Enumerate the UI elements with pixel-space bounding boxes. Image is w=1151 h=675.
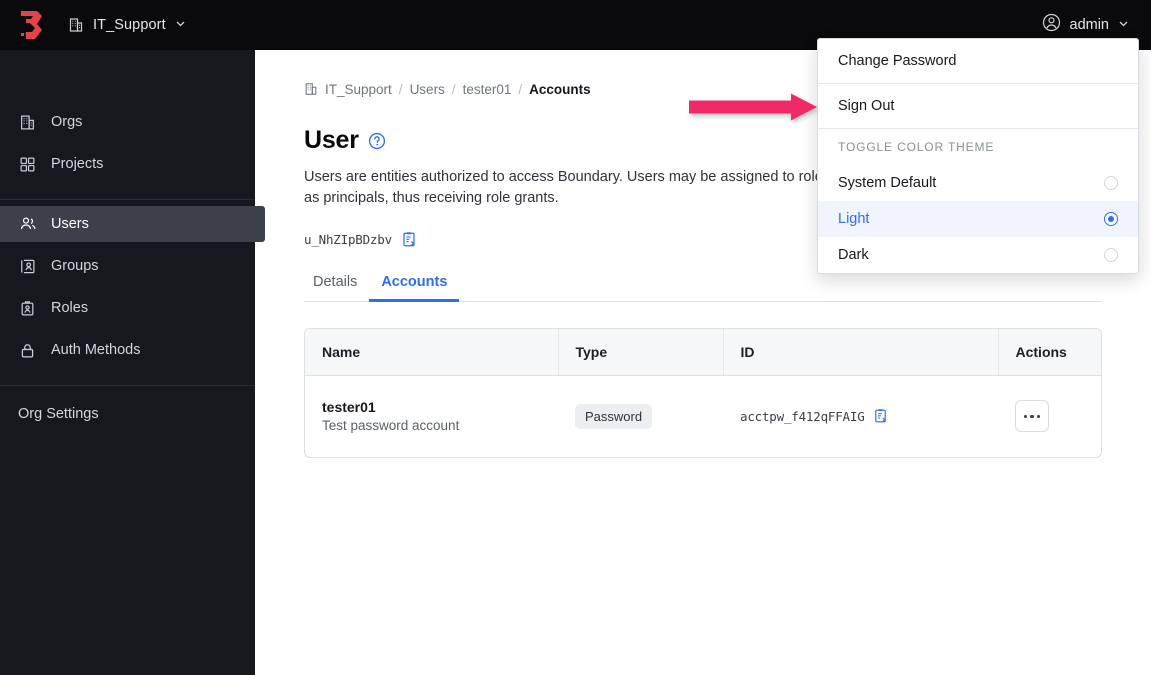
- breadcrumb-item-accounts: Accounts: [529, 81, 591, 97]
- breadcrumb-separator: /: [451, 81, 456, 97]
- org-switcher[interactable]: IT_Support: [62, 0, 192, 50]
- radio-button[interactable]: [1104, 176, 1118, 190]
- sidebar-item-groups[interactable]: Groups: [0, 248, 255, 284]
- theme-option-label: Dark: [838, 247, 869, 263]
- account-name[interactable]: tester01: [322, 399, 558, 415]
- id-badge-icon: [18, 299, 37, 318]
- radio-button[interactable]: [1104, 248, 1118, 262]
- ellipsis-icon: [1036, 414, 1041, 418]
- theme-option-light[interactable]: Light: [818, 201, 1138, 237]
- radio-button-selected[interactable]: [1104, 212, 1118, 226]
- copy-clipboard-icon[interactable]: [873, 408, 889, 424]
- boundary-logo[interactable]: [0, 0, 62, 50]
- question-circle-icon[interactable]: [368, 132, 386, 150]
- column-header-type: Type: [558, 329, 724, 376]
- group-card-icon: [18, 257, 37, 276]
- sidebar-navigation: Orgs Projects Users Groups Roles Auth Me…: [0, 50, 265, 675]
- page-description: Users are entities authorized to access …: [304, 169, 831, 206]
- sidebar-item-projects[interactable]: Projects: [0, 146, 255, 182]
- building-icon: [18, 113, 37, 132]
- sidebar-item-label: Projects: [51, 156, 104, 172]
- sidebar-item-org-settings[interactable]: Org Settings: [0, 396, 255, 432]
- column-header-id: ID: [723, 329, 999, 376]
- menu-item-sign-out[interactable]: Sign Out: [818, 84, 1138, 129]
- sidebar-item-label: Auth Methods: [51, 342, 141, 358]
- theme-section-label: TOGGLE COLOR THEME: [838, 140, 995, 154]
- users-icon: [18, 215, 37, 234]
- breadcrumb-item-org[interactable]: IT_Support: [325, 82, 392, 97]
- sidebar-divider: [0, 385, 255, 386]
- user-menu-label: admin: [1069, 17, 1110, 33]
- column-header-name: Name: [305, 329, 559, 376]
- grid-icon: [18, 155, 37, 174]
- cell-actions: [998, 375, 1101, 457]
- theme-option-system-default[interactable]: System Default: [818, 165, 1138, 201]
- cell-name: tester01 Test password account: [305, 375, 558, 457]
- sidebar-item-label: Orgs: [51, 114, 83, 130]
- menu-item-change-password[interactable]: Change Password: [818, 39, 1138, 84]
- org-switcher-label: IT_Support: [93, 17, 166, 33]
- chevron-down-icon: [175, 16, 186, 34]
- sidebar-item-auth-methods[interactable]: Auth Methods: [0, 332, 255, 368]
- table-header-row: Name Type ID Actions: [305, 329, 1101, 376]
- row-actions-button[interactable]: [1015, 400, 1049, 433]
- account-description: Test password account: [322, 418, 460, 434]
- sidebar-item-roles[interactable]: Roles: [0, 290, 255, 326]
- accounts-table: Name Type ID Actions tester01 Test passw…: [304, 328, 1102, 458]
- breadcrumb-separator: /: [398, 81, 403, 97]
- account-id-value: acctpw_f412qFFAIG: [740, 408, 865, 424]
- sidebar-item-label: Roles: [51, 300, 89, 316]
- lock-icon: [18, 341, 37, 360]
- building-icon: [304, 82, 318, 96]
- table-row: tester01 Test password account Password …: [305, 375, 1101, 457]
- ellipsis-icon: [1023, 414, 1028, 418]
- theme-option-label: Light: [838, 211, 870, 227]
- cell-type: Password: [558, 375, 723, 457]
- copy-clipboard-icon[interactable]: [401, 231, 418, 248]
- cell-id: acctpw_f412qFFAIG: [723, 375, 998, 457]
- chevron-down-icon: [1118, 16, 1129, 34]
- tab-details[interactable]: Details: [301, 274, 369, 302]
- breadcrumb-item-user[interactable]: tester01: [463, 82, 512, 97]
- sidebar-item-label: Users: [51, 216, 89, 232]
- breadcrumb-item-users[interactable]: Users: [410, 82, 445, 97]
- user-dropdown-menu: Change Password Sign Out TOGGLE COLOR TH…: [817, 38, 1139, 274]
- sidebar-item-users[interactable]: Users: [0, 206, 265, 242]
- boundary-logo-icon: [21, 11, 42, 39]
- page-title: User: [304, 126, 359, 154]
- user-circle-icon: [1042, 13, 1061, 37]
- sidebar-divider: [0, 199, 255, 200]
- type-badge: Password: [575, 403, 653, 429]
- building-icon: [68, 17, 84, 33]
- sidebar-item-label: Org Settings: [18, 406, 99, 422]
- ellipsis-icon: [1030, 414, 1034, 418]
- theme-option-dark[interactable]: Dark: [818, 237, 1138, 273]
- resource-id-value: u_NhZIpBDzbv: [304, 232, 392, 247]
- tab-bar: Details Accounts: [304, 274, 1102, 302]
- sidebar-item-orgs[interactable]: Orgs: [0, 104, 255, 140]
- app-root: IT_Support admin Orgs Projects Users Gro…: [0, 0, 1151, 675]
- breadcrumb-separator: /: [518, 81, 523, 97]
- theme-option-label: System Default: [838, 175, 937, 191]
- column-header-actions: Actions: [998, 329, 1101, 376]
- tab-accounts[interactable]: Accounts: [369, 274, 460, 302]
- sidebar-item-label: Groups: [51, 258, 99, 274]
